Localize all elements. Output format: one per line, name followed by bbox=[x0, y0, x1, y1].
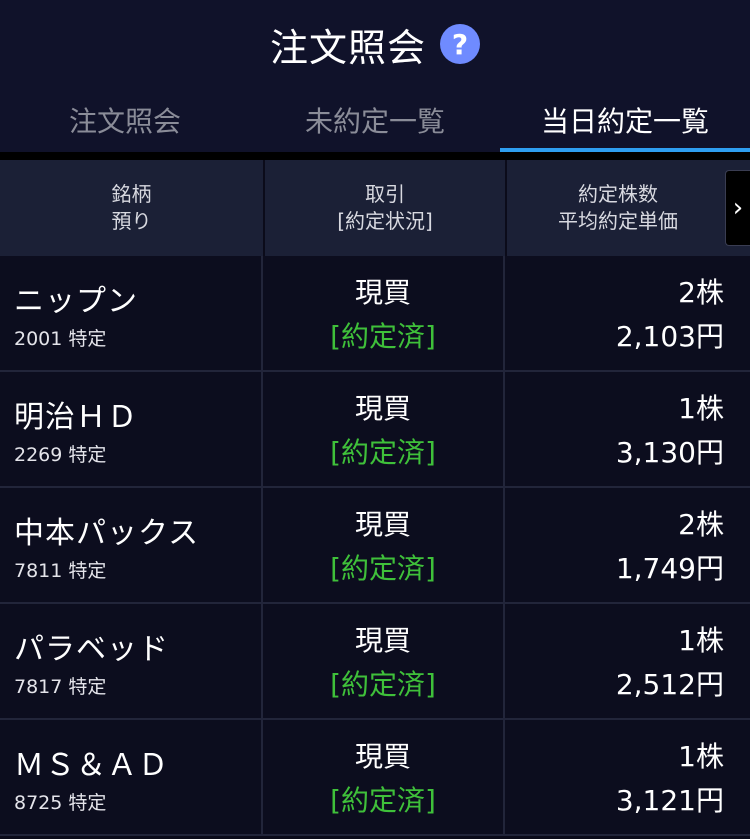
header-price-label: 平均約定単価 bbox=[558, 209, 678, 233]
stock-name: ニップン bbox=[14, 283, 138, 319]
header-quantity-label: 約定株数 bbox=[578, 182, 658, 206]
page-title: 注文照会 bbox=[269, 25, 426, 70]
trade-type: 現買 bbox=[354, 740, 411, 773]
average-price: 2,103円 bbox=[615, 320, 724, 353]
trade-type: 現買 bbox=[354, 624, 411, 657]
header-stock: 銘柄 預り bbox=[0, 160, 265, 256]
status-badge: [約定済] bbox=[330, 668, 436, 701]
executed-quantity: 2株 bbox=[678, 508, 724, 541]
stock-code: 7811 特定 bbox=[14, 559, 107, 582]
trade-type: 現買 bbox=[354, 508, 411, 541]
trade-cell: 現買 [約定済] bbox=[263, 488, 505, 602]
stock-code: 7817 特定 bbox=[14, 675, 107, 698]
average-price: 3,121円 bbox=[615, 784, 724, 817]
status-badge: [約定済] bbox=[330, 436, 436, 469]
stock-code: 2269 特定 bbox=[14, 443, 107, 466]
status-badge: [約定済] bbox=[330, 784, 436, 817]
status-badge: [約定済] bbox=[330, 320, 436, 353]
table-row[interactable]: ＭＳ＆ＡＤ 8725 特定 現買 [約定済] 1株 3,121円 bbox=[0, 720, 750, 836]
executed-quantity: 2株 bbox=[678, 276, 724, 309]
stock-code: 8725 特定 bbox=[14, 791, 107, 814]
executed-quantity: 1株 bbox=[678, 740, 724, 773]
trade-cell: 現買 [約定済] bbox=[263, 372, 505, 486]
execution-list: ニップン 2001 特定 現買 [約定済] 2株 2,103円 明治ＨＤ 226… bbox=[0, 256, 750, 836]
stock-cell: パラベッド 7817 特定 bbox=[0, 604, 263, 718]
tab-order-inquiry[interactable]: 注文照会 bbox=[0, 88, 250, 152]
table-header: 銘柄 預り 取引 [約定状況] 約定株数 平均約定単価 bbox=[0, 160, 750, 256]
stock-name: 明治ＨＤ bbox=[14, 399, 138, 435]
quantity-cell: 1株 3,121円 bbox=[505, 720, 750, 834]
header-status-label: [約定状況] bbox=[337, 209, 433, 233]
tab-unexecuted-list[interactable]: 未約定一覧 bbox=[250, 88, 500, 152]
table-row[interactable]: 明治ＨＤ 2269 特定 現買 [約定済] 1株 3,130円 bbox=[0, 372, 750, 488]
header-trade: 取引 [約定状況] bbox=[265, 160, 507, 256]
header-stock-label: 銘柄 bbox=[111, 182, 152, 206]
quantity-cell: 1株 3,130円 bbox=[505, 372, 750, 486]
quantity-cell: 1株 2,512円 bbox=[505, 604, 750, 718]
stock-cell: ＭＳ＆ＡＤ 8725 特定 bbox=[0, 720, 263, 834]
trade-cell: 現買 [約定済] bbox=[263, 720, 505, 834]
average-price: 1,749円 bbox=[615, 552, 724, 585]
divider bbox=[0, 152, 750, 160]
table-row[interactable]: 中本パックス 7811 特定 現買 [約定済] 2株 1,749円 bbox=[0, 488, 750, 604]
average-price: 2,512円 bbox=[615, 668, 724, 701]
header-trade-label: 取引 bbox=[365, 182, 405, 206]
stock-cell: 中本パックス 7811 特定 bbox=[0, 488, 263, 602]
executed-quantity: 1株 bbox=[678, 624, 724, 657]
help-icon[interactable]: ? bbox=[440, 24, 480, 64]
page-header: 注文照会 ? bbox=[0, 0, 750, 88]
table-row[interactable]: パラベッド 7817 特定 現買 [約定済] 1株 2,512円 bbox=[0, 604, 750, 720]
quantity-cell: 2株 1,749円 bbox=[505, 488, 750, 602]
stock-cell: ニップン 2001 特定 bbox=[0, 256, 263, 370]
header-quantity: 約定株数 平均約定単価 bbox=[507, 160, 729, 256]
tab-bar: 注文照会 未約定一覧 当日約定一覧 bbox=[0, 88, 750, 152]
chevron-right-icon[interactable]: › bbox=[725, 170, 750, 246]
status-badge: [約定済] bbox=[330, 552, 436, 585]
stock-cell: 明治ＨＤ 2269 特定 bbox=[0, 372, 263, 486]
stock-name: ＭＳ＆ＡＤ bbox=[14, 747, 169, 783]
header-custody-label: 預り bbox=[111, 209, 152, 233]
average-price: 3,130円 bbox=[615, 436, 724, 469]
trade-cell: 現買 [約定済] bbox=[263, 604, 505, 718]
quantity-cell: 2株 2,103円 bbox=[505, 256, 750, 370]
trade-type: 現買 bbox=[354, 392, 411, 425]
trade-cell: 現買 [約定済] bbox=[263, 256, 505, 370]
stock-name: 中本パックス bbox=[14, 515, 200, 551]
trade-type: 現買 bbox=[354, 276, 411, 309]
executed-quantity: 1株 bbox=[678, 392, 724, 425]
table-row[interactable]: ニップン 2001 特定 現買 [約定済] 2株 2,103円 bbox=[0, 256, 750, 372]
stock-code: 2001 特定 bbox=[14, 327, 107, 350]
tab-today-executed-list[interactable]: 当日約定一覧 bbox=[500, 88, 750, 152]
stock-name: パラベッド bbox=[14, 631, 169, 667]
